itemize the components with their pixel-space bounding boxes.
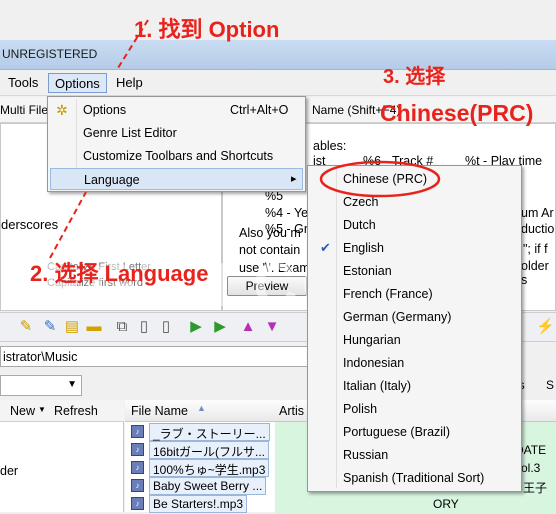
annotation-step2: 2. 选择 Language [30,261,209,286]
annotation-arrow-2 [49,191,87,259]
annotation-step3-target: Chinese(PRC) [380,100,534,126]
highlight-ellipse [319,160,441,198]
annotation-step3: 3. 选择 [383,66,446,88]
annotation-step1: 1. 找到 Option [134,17,280,42]
